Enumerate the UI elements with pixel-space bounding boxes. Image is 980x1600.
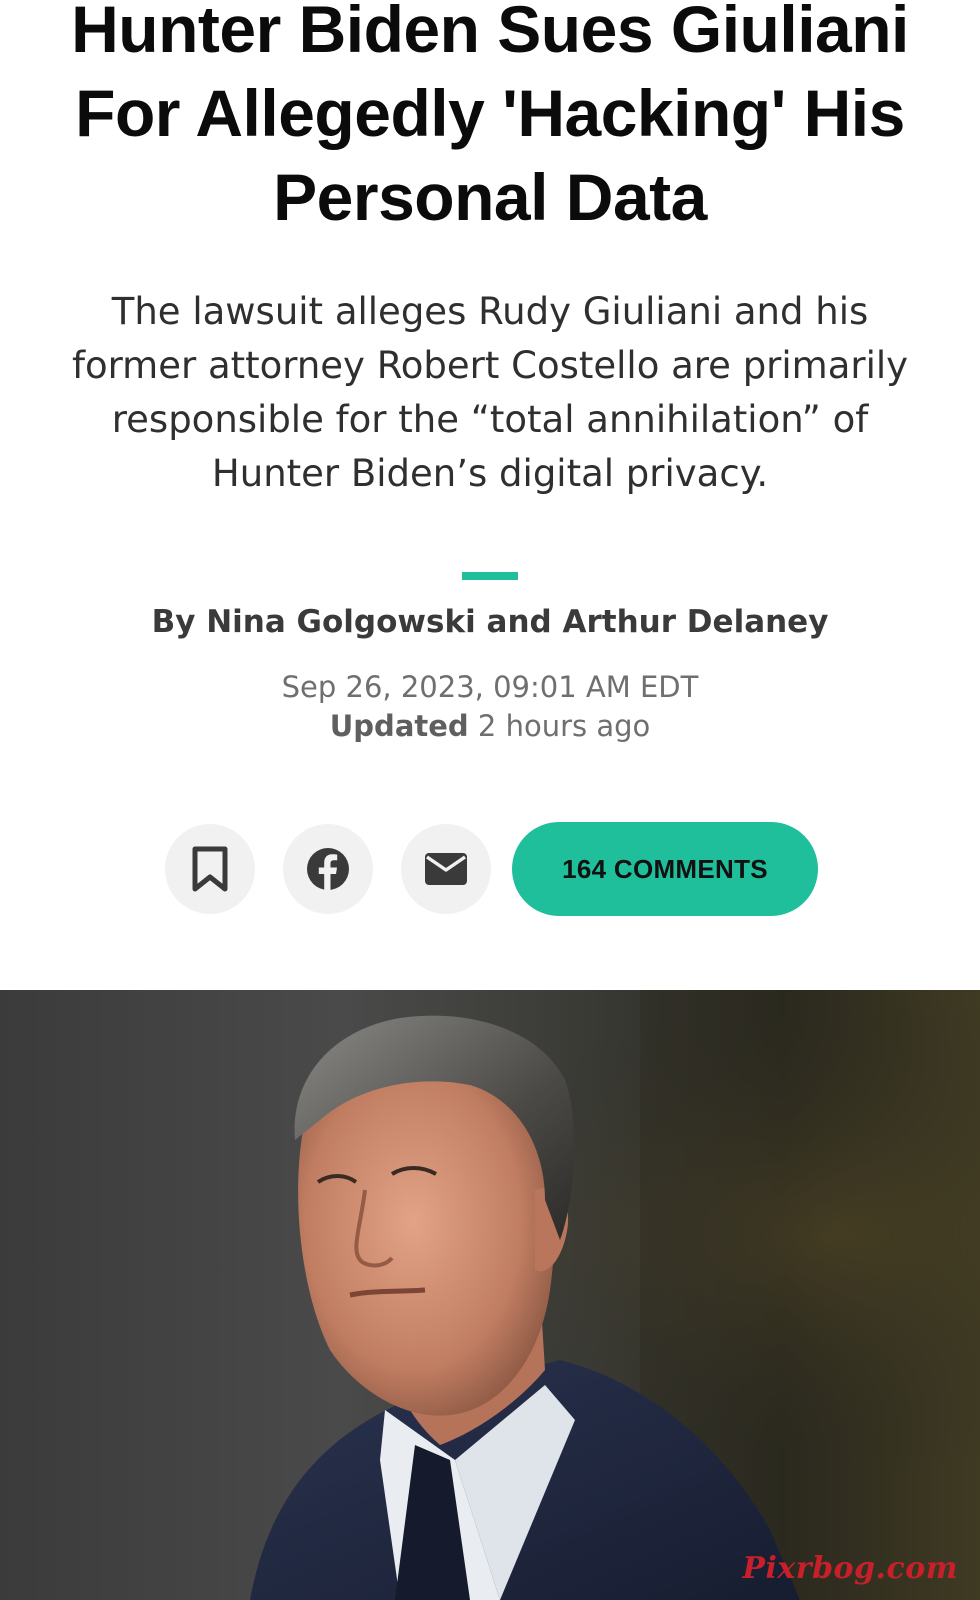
- article-hero-photo: Pixrbog.com: [0, 990, 980, 1600]
- accent-divider: [462, 572, 518, 580]
- email-icon: [425, 853, 467, 885]
- updated-timestamp: Updated 2 hours ago: [60, 707, 920, 745]
- facebook-icon: [307, 848, 349, 891]
- updated-value: 2 hours ago: [477, 709, 651, 743]
- watermark-text: Pixrbog.com: [742, 1551, 958, 1586]
- updated-label: Updated: [329, 709, 469, 743]
- facebook-share-button[interactable]: [283, 824, 373, 914]
- article-dek: The lawsuit alleges Rudy Giuliani and hi…: [71, 290, 909, 495]
- bookmark-icon: [192, 846, 228, 892]
- email-share-button[interactable]: [401, 824, 491, 914]
- share-toolbar: 164 COMMENTS: [0, 822, 980, 916]
- portrait-image: [0, 990, 980, 1600]
- bookmark-button[interactable]: [165, 824, 255, 914]
- article-page: Hunter Biden Sues Giuliani For Allegedly…: [0, 0, 980, 1600]
- published-timestamp: Sep 26, 2023, 09:01 AM EDT: [281, 670, 699, 704]
- article-byline[interactable]: By Nina Golgowski and Arthur Delaney: [60, 602, 920, 642]
- article-headline: Hunter Biden Sues Giuliani For Allegedly…: [71, 0, 909, 234]
- comments-button[interactable]: 164 COMMENTS: [512, 822, 818, 916]
